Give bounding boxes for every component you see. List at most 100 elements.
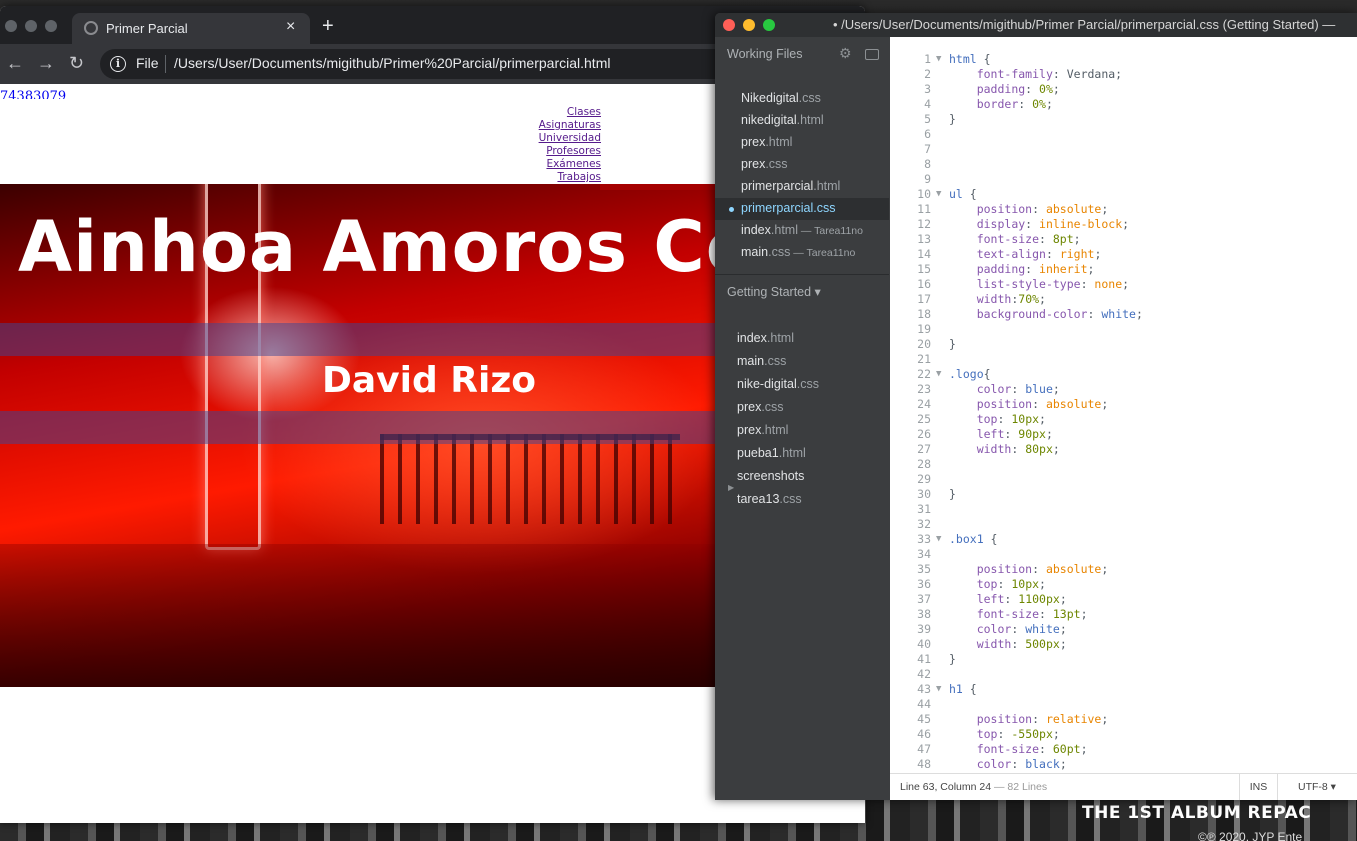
code-editor[interactable]: 1 ▼ html {2 font-family: Verdana; 3 padding… <box>890 37 1357 773</box>
code-line[interactable]: 10 ▼ ul { <box>890 187 1357 202</box>
code-line[interactable]: 25 top: 10px; <box>890 412 1357 427</box>
chevron-right-icon[interactable]: ▶ <box>728 483 734 492</box>
working-file-item[interactable]: Nikedigital.css <box>715 88 889 110</box>
code-line[interactable]: 34 <box>890 547 1357 562</box>
tab-close-icon[interactable]: × <box>286 18 295 36</box>
new-tab-icon[interactable]: + <box>322 16 334 36</box>
code-line[interactable]: 2 font-family: Verdana; <box>890 67 1357 82</box>
project-file-item[interactable]: prex.css <box>737 400 784 414</box>
nav-link-clases[interactable]: Clases <box>567 106 601 118</box>
fold-arrow-icon[interactable]: ▼ <box>936 367 941 382</box>
code-line[interactable]: 4 border: 0%; <box>890 97 1357 112</box>
code-line[interactable]: 17 width:70%; <box>890 292 1357 307</box>
project-file-item[interactable]: tarea13.css <box>737 492 802 506</box>
code-line[interactable]: 38 font-size: 13pt; <box>890 607 1357 622</box>
working-file-item[interactable]: main.css — Tarea11no <box>715 242 889 264</box>
code-line[interactable]: 33 ▼ .box1 { <box>890 532 1357 547</box>
code-line[interactable]: 27 width: 80px; <box>890 442 1357 457</box>
code-line[interactable]: 29 <box>890 472 1357 487</box>
code-line[interactable]: 26 left: 90px; <box>890 427 1357 442</box>
project-file-item[interactable]: index.html <box>737 331 794 345</box>
code-line[interactable]: 40 width: 500px; <box>890 637 1357 652</box>
working-file-item[interactable]: index.html — Tarea11no <box>715 220 889 242</box>
code-line[interactable]: 30} <box>890 487 1357 502</box>
close-window-button[interactable] <box>723 19 735 31</box>
code-line[interactable]: 28 <box>890 457 1357 472</box>
code-line[interactable]: 16 list-style-type: none; <box>890 277 1357 292</box>
code-line[interactable]: 45 position: relative; <box>890 712 1357 727</box>
working-file-item[interactable]: nikedigital.html <box>715 110 889 132</box>
code-token: { <box>962 682 977 696</box>
nav-link-profesores[interactable]: Profesores <box>546 145 601 157</box>
project-file-item[interactable]: main.css <box>737 354 786 368</box>
project-file-item[interactable]: prex.html <box>737 423 788 437</box>
code-line[interactable]: 5} <box>890 112 1357 127</box>
code-line[interactable]: 12 display: inline-block; <box>890 217 1357 232</box>
code-line[interactable]: 32 <box>890 517 1357 532</box>
gear-icon[interactable]: ⚙ <box>839 45 852 62</box>
code-line[interactable]: 7 <box>890 142 1357 157</box>
reload-icon[interactable]: ↻ <box>69 53 84 73</box>
code-line[interactable]: 24 position: absolute; <box>890 397 1357 412</box>
code-line[interactable]: 14 text-align: right; <box>890 247 1357 262</box>
code-line[interactable]: 43 ▼ h1 { <box>890 682 1357 697</box>
working-file-item[interactable]: prex.html <box>715 132 889 154</box>
code-line[interactable]: 46 top: -550px; <box>890 727 1357 742</box>
fold-arrow-icon[interactable]: ▼ <box>936 532 941 547</box>
code-line[interactable]: 19 <box>890 322 1357 337</box>
insert-mode-toggle[interactable]: INS <box>1239 774 1277 800</box>
close-window-button[interactable] <box>5 20 17 32</box>
code-line[interactable]: 36 top: 10px; <box>890 577 1357 592</box>
zoom-window-button[interactable] <box>45 20 57 32</box>
code-line[interactable]: 44 <box>890 697 1357 712</box>
code-line[interactable]: 37 left: 1100px; <box>890 592 1357 607</box>
file-basename: tarea13 <box>737 492 780 506</box>
code-line[interactable]: 42 <box>890 667 1357 682</box>
project-file-item[interactable]: nike-digital.css <box>737 377 819 391</box>
fold-arrow-icon[interactable]: ▼ <box>936 187 941 202</box>
code-line[interactable]: 8 <box>890 157 1357 172</box>
code-line[interactable]: 15 padding: inherit; <box>890 262 1357 277</box>
code-line[interactable]: 47 font-size: 60pt; <box>890 742 1357 757</box>
working-file-item[interactable]: prex.css <box>715 154 889 176</box>
code-line[interactable]: 13 font-size: 8pt; <box>890 232 1357 247</box>
tab-primer-parcial[interactable]: Primer Parcial × <box>72 13 310 44</box>
nav-link-examenes[interactable]: Exámenes <box>546 158 601 170</box>
project-header[interactable]: Getting Started ▾ <box>727 284 821 299</box>
split-view-icon[interactable] <box>865 49 879 60</box>
code-line[interactable]: 41} <box>890 652 1357 667</box>
file-name: Nikedigital.css <box>741 91 821 105</box>
code-line[interactable]: 21 <box>890 352 1357 367</box>
working-file-item[interactable]: primerparcial.html <box>715 176 889 198</box>
project-folder-item[interactable]: screenshots <box>737 469 804 483</box>
code-line[interactable]: 31 <box>890 502 1357 517</box>
code-line[interactable]: 6 <box>890 127 1357 142</box>
minimize-window-button[interactable] <box>743 19 755 31</box>
code-line[interactable]: 11 position: absolute; <box>890 202 1357 217</box>
back-arrow-icon[interactable]: ← <box>6 53 24 73</box>
code-line[interactable]: 9 <box>890 172 1357 187</box>
fold-arrow-icon[interactable]: ▼ <box>936 52 941 67</box>
info-icon[interactable]: i <box>110 56 126 72</box>
encoding-select[interactable]: UTF-8 ▾ <box>1277 774 1357 800</box>
code-line[interactable]: 18 background-color: white; <box>890 307 1357 322</box>
zoom-window-button[interactable] <box>763 19 775 31</box>
code-line[interactable]: 39 color: white; <box>890 622 1357 637</box>
code-line[interactable]: 1 ▼ html { <box>890 52 1357 67</box>
code-line[interactable]: 35 position: absolute; <box>890 562 1357 577</box>
project-file-item[interactable]: pueba1.html <box>737 446 806 460</box>
minimize-window-button[interactable] <box>25 20 37 32</box>
code-line[interactable]: 3 padding: 0%; <box>890 82 1357 97</box>
fold-arrow-icon[interactable]: ▼ <box>936 682 941 697</box>
nav-link-universidad[interactable]: Universidad <box>539 132 601 144</box>
url-text[interactable]: /Users/User/Documents/migithub/Primer%20… <box>174 55 610 71</box>
code-line[interactable]: 20} <box>890 337 1357 352</box>
nav-link-trabajos[interactable]: Trabajos <box>557 171 601 183</box>
code-line[interactable]: 22 ▼ .logo{ <box>890 367 1357 382</box>
nav-link-asignaturas[interactable]: Asignaturas <box>539 119 601 131</box>
code-line[interactable]: 48 color: black; <box>890 757 1357 772</box>
working-file-item[interactable]: primerparcial.css <box>715 198 889 220</box>
code-line[interactable]: 23 color: blue; <box>890 382 1357 397</box>
forward-arrow-icon[interactable]: → <box>37 53 55 73</box>
